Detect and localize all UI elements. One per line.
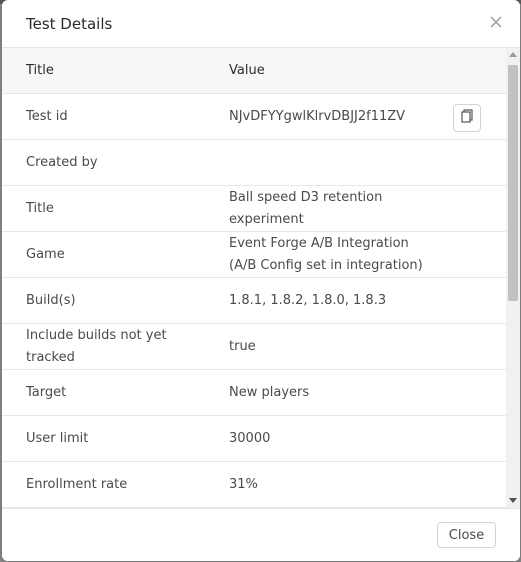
row-value	[229, 140, 449, 185]
table-row: Target New players	[2, 370, 506, 416]
row-title: Build(s)	[26, 292, 76, 308]
row-title: Game	[26, 246, 65, 262]
details-table: Title Value Test id NJvDFYYgwlKlrvDBJJ2f…	[2, 48, 506, 508]
row-title: Target	[26, 384, 67, 400]
row-title: Include builds not yet tracked	[26, 327, 167, 365]
dialog-footer: Close	[2, 508, 520, 561]
scrollbar-thumb[interactable]	[508, 65, 518, 301]
scroll-up-arrow-icon[interactable]	[509, 52, 517, 57]
table-row: Enrollment rate 31%	[2, 462, 506, 508]
vertical-scrollbar[interactable]	[506, 48, 520, 508]
row-value: 1.8.1, 1.8.2, 1.8.0, 1.8.3	[229, 292, 387, 308]
column-header-value: Value	[229, 62, 265, 78]
dialog-title: Test Details	[26, 15, 113, 33]
table-row: User limit 30000	[2, 416, 506, 462]
table-header-row: Title Value	[2, 48, 506, 94]
row-value: Event Forge A/B Integration (A/B Config …	[229, 235, 423, 273]
row-title: Title	[26, 200, 54, 216]
row-title: Created by	[26, 154, 98, 170]
table-row: Title Ball speed D3 retention experiment	[2, 186, 506, 232]
row-value: 30000	[229, 430, 271, 446]
table-row: Test id NJvDFYYgwlKlrvDBJJ2f11ZV	[2, 94, 506, 140]
row-value: Ball speed D3 retention experiment	[229, 189, 383, 227]
copy-icon	[460, 109, 474, 127]
test-details-dialog: Test Details Title Value Test id NJvDFYY…	[2, 0, 520, 561]
table-row: Created by	[2, 140, 506, 186]
copy-test-id-button[interactable]	[453, 104, 481, 132]
close-button[interactable]: Close	[437, 522, 496, 548]
close-icon[interactable]	[488, 14, 504, 30]
column-header-title: Title	[26, 62, 54, 78]
dialog-header: Test Details	[2, 0, 520, 48]
table-row: Include builds not yet tracked true	[2, 324, 506, 370]
table-row: Build(s) 1.8.1, 1.8.2, 1.8.0, 1.8.3	[2, 278, 506, 324]
scroll-down-arrow-icon[interactable]	[509, 498, 517, 503]
row-value: true	[229, 338, 256, 354]
row-value: New players	[229, 384, 310, 400]
row-title: User limit	[26, 430, 89, 446]
row-title: Enrollment rate	[26, 476, 128, 492]
row-value: 31%	[229, 476, 258, 492]
row-title: Test id	[26, 108, 68, 124]
table-row: Game Event Forge A/B Integration (A/B Co…	[2, 232, 506, 278]
row-value: NJvDFYYgwlKlrvDBJJ2f11ZV	[229, 108, 406, 124]
